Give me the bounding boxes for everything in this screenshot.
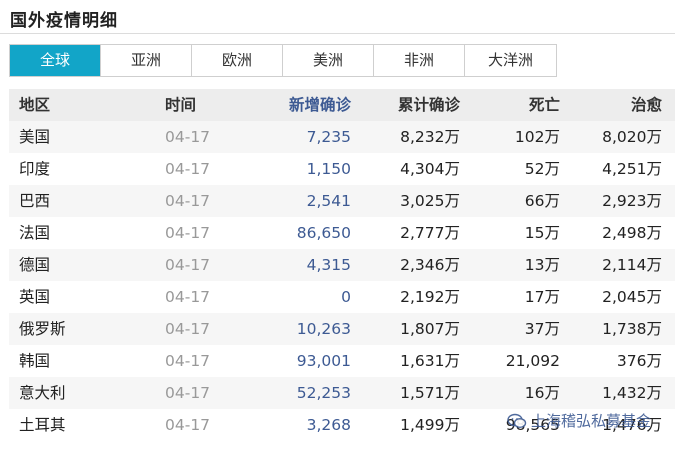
epidemic-table: 地区 时间 新增确诊 累计确诊 死亡 治愈 美国 04-17 7,235 8,232万… — [9, 89, 675, 441]
cell-time: 04-17 — [165, 128, 211, 146]
cell-region: 德国 — [19, 256, 51, 274]
cell-deaths: 13万 — [524, 256, 560, 274]
cell-time: 04-17 — [165, 352, 211, 370]
tab-asia[interactable]: 亚洲 — [101, 45, 192, 76]
cell-time: 04-17 — [165, 416, 211, 434]
table-row[interactable]: 德国 04-17 4,315 2,346万 13万 2,114万 — [9, 249, 675, 281]
table-body: 美国 04-17 7,235 8,232万 102万 8,020万印度 04-17 1,150… — [9, 121, 675, 441]
header-cumulative-confirmed[interactable]: 累计确诊 — [351, 89, 460, 121]
cell-recovered: 8,020万 — [602, 128, 662, 146]
cell-recovered: 2,498万 — [602, 224, 662, 242]
cell-recovered: 2,045万 — [602, 288, 662, 306]
table-row[interactable]: 法国 04-17 86,650 2,777万 15万 2,498万 — [9, 217, 675, 249]
cell-new-confirmed: 0 — [341, 288, 351, 306]
table-row[interactable]: 美国 04-17 7,235 8,232万 102万 8,020万 — [9, 121, 675, 153]
cell-cumulative-confirmed: 2,192万 — [400, 288, 460, 306]
title-divider — [0, 33, 675, 34]
cell-recovered: 376万 — [616, 352, 662, 370]
wechat-icon — [507, 413, 527, 428]
header-region[interactable]: 地区 — [9, 89, 105, 121]
table-row[interactable]: 韩国 04-17 93,001 1,631万 21,092 376万 — [9, 345, 675, 377]
cell-region: 意大利 — [19, 384, 66, 402]
tab-oceania[interactable]: 大洋洲 — [465, 45, 556, 76]
cell-deaths: 15万 — [524, 224, 560, 242]
header-new-confirmed[interactable]: 新增确诊 — [241, 89, 351, 121]
cell-new-confirmed: 93,001 — [296, 352, 351, 370]
cell-new-confirmed: 4,315 — [306, 256, 351, 274]
cell-recovered: 1,738万 — [602, 320, 662, 338]
cell-cumulative-confirmed: 3,025万 — [400, 192, 460, 210]
cell-recovered: 4,251万 — [602, 160, 662, 178]
table-row[interactable]: 巴西 04-17 2,541 3,025万 66万 2,923万 — [9, 185, 675, 217]
header-time[interactable]: 时间 — [105, 89, 241, 121]
cell-cumulative-confirmed: 4,304万 — [400, 160, 460, 178]
cell-deaths: 52万 — [524, 160, 560, 178]
table-row[interactable]: 意大利 04-17 52,253 1,571万 16万 1,432万 — [9, 377, 675, 409]
cell-deaths: 102万 — [514, 128, 560, 146]
cell-new-confirmed: 2,541 — [306, 192, 351, 210]
cell-deaths: 21,092 — [505, 352, 560, 370]
cell-cumulative-confirmed: 1,571万 — [400, 384, 460, 402]
cell-new-confirmed: 3,268 — [306, 416, 351, 434]
table-row[interactable]: 英国 04-17 0 2,192万 17万 2,045万 — [9, 281, 675, 313]
cell-time: 04-17 — [165, 288, 211, 306]
cell-new-confirmed: 52,253 — [296, 384, 351, 402]
header-recovered[interactable]: 治愈 — [560, 89, 662, 121]
cell-new-confirmed: 10,263 — [296, 320, 351, 338]
table-row[interactable]: 俄罗斯 04-17 10,263 1,807万 37万 1,738万 — [9, 313, 675, 345]
tab-europe[interactable]: 欧洲 — [192, 45, 283, 76]
cell-time: 04-17 — [165, 256, 211, 274]
cell-region: 土耳其 — [19, 416, 66, 434]
cell-region: 韩国 — [19, 352, 51, 370]
cell-new-confirmed: 7,235 — [306, 128, 351, 146]
tab-global[interactable]: 全球 — [10, 45, 101, 76]
cell-time: 04-17 — [165, 224, 211, 242]
cell-cumulative-confirmed: 1,499万 — [400, 416, 460, 434]
cell-deaths: 37万 — [524, 320, 560, 338]
cell-recovered: 2,923万 — [602, 192, 662, 210]
cell-region: 巴西 — [19, 192, 51, 210]
cell-deaths: 16万 — [524, 384, 560, 402]
cell-time: 04-17 — [165, 160, 211, 178]
cell-new-confirmed: 1,150 — [306, 160, 351, 178]
watermark: 上海稽弘私募基金 — [507, 410, 651, 431]
cell-time: 04-17 — [165, 320, 211, 338]
watermark-text: 上海稽弘私募基金 — [531, 412, 652, 430]
cell-deaths: 17万 — [524, 288, 560, 306]
cell-recovered: 2,114万 — [602, 256, 662, 274]
cell-region: 英国 — [19, 288, 51, 306]
cell-cumulative-confirmed: 2,777万 — [400, 224, 460, 242]
cell-cumulative-confirmed: 1,631万 — [400, 352, 460, 370]
cell-time: 04-17 — [165, 192, 211, 210]
cell-cumulative-confirmed: 2,346万 — [400, 256, 460, 274]
cell-region: 印度 — [19, 160, 51, 178]
cell-region: 美国 — [19, 128, 51, 146]
cell-region: 俄罗斯 — [19, 320, 66, 338]
tab-africa[interactable]: 非洲 — [374, 45, 465, 76]
cell-deaths: 66万 — [524, 192, 560, 210]
cell-time: 04-17 — [165, 384, 211, 402]
cell-cumulative-confirmed: 1,807万 — [400, 320, 460, 338]
page-title: 国外疫情明细 — [10, 11, 118, 31]
table-row[interactable]: 印度 04-17 1,150 4,304万 52万 4,251万 — [9, 153, 675, 185]
region-tabs: 全球 亚洲 欧洲 美洲 非洲 大洋洲 — [9, 44, 557, 77]
tab-americas[interactable]: 美洲 — [283, 45, 374, 76]
header-deaths[interactable]: 死亡 — [460, 89, 560, 121]
table-header: 地区 时间 新增确诊 累计确诊 死亡 治愈 — [9, 89, 675, 121]
cell-region: 法国 — [19, 224, 51, 242]
cell-new-confirmed: 86,650 — [296, 224, 351, 242]
cell-cumulative-confirmed: 8,232万 — [400, 128, 460, 146]
cell-recovered: 1,432万 — [602, 384, 662, 402]
